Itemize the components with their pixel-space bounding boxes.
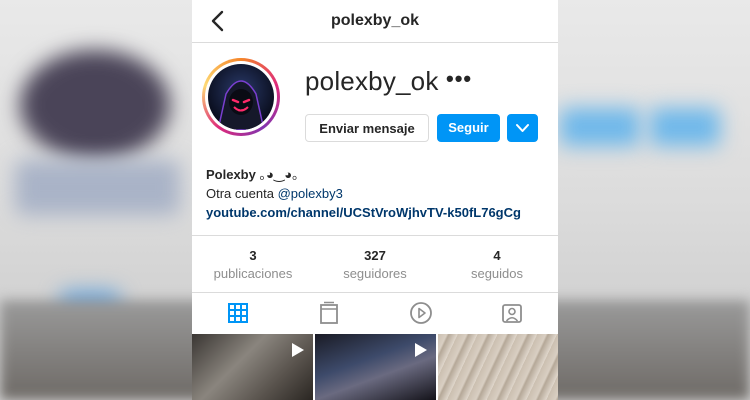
top-bar: polexby_ok: [192, 0, 558, 43]
play-circle-icon: [409, 302, 432, 324]
bio-mention-link[interactable]: @polexby3: [278, 186, 343, 201]
avatar-story-ring[interactable]: [202, 58, 280, 136]
stat-value: 3: [249, 248, 257, 263]
background-button-blur: [560, 108, 640, 146]
avatar-illustration: [217, 80, 265, 130]
background-text-blur: [15, 160, 180, 215]
stat-value: 4: [493, 248, 501, 263]
profile-stats: 3 publicaciones 327 seguidores 4 seguido…: [192, 235, 558, 293]
play-icon: [292, 343, 304, 357]
avatar: [208, 64, 274, 130]
send-message-button[interactable]: Enviar mensaje: [305, 114, 429, 142]
bio-emoticon: ｡◕‿◕｡: [259, 167, 299, 182]
post-thumbnail[interactable]: [315, 334, 436, 400]
bio-website-link[interactable]: youtube.com/channel/UCStVroWjhvTV-k50fL7…: [206, 203, 521, 222]
avatar-frame: [205, 61, 277, 133]
profile-panel: polexby_ok polexby_ok ••• Enviar mensaje…: [192, 0, 558, 400]
stat-label: publicaciones: [213, 266, 293, 281]
more-options-icon[interactable]: •••: [446, 66, 472, 92]
bio-name: Polexby: [206, 167, 256, 182]
tagged-icon: [502, 304, 523, 323]
stat-label: seguidos: [470, 266, 524, 281]
stat-following[interactable]: 4 seguidos: [436, 236, 558, 292]
play-icon: [415, 343, 427, 357]
stat-value: 327: [364, 248, 386, 263]
bio-text: Otra cuenta: [206, 186, 274, 201]
tab-tagged[interactable]: [467, 292, 559, 334]
posts-grid: [192, 334, 558, 400]
bio: Polexby ｡◕‿◕｡ Otra cuenta @polexby3 yout…: [206, 165, 521, 222]
stat-label: seguidores: [343, 266, 407, 281]
profile-username: polexby_ok: [305, 66, 439, 96]
grid-icon: [227, 303, 248, 323]
background-avatar-blur: [20, 50, 170, 160]
tab-reels[interactable]: [375, 292, 467, 334]
igtv-icon: [320, 301, 339, 324]
chevron-down-icon: [516, 124, 529, 132]
suggestions-dropdown-button[interactable]: [507, 114, 538, 142]
background-button-blur: [650, 108, 720, 146]
bio-name-line: Polexby ｡◕‿◕｡: [206, 165, 521, 184]
follow-button[interactable]: Seguir: [437, 114, 500, 142]
stat-posts[interactable]: 3 publicaciones: [192, 236, 314, 292]
stat-followers[interactable]: 327 seguidores: [314, 236, 436, 292]
bio-line: Otra cuenta @polexby3: [206, 184, 521, 203]
post-thumbnail[interactable]: [192, 334, 313, 400]
post-thumbnail[interactable]: [438, 334, 558, 400]
tab-posts-grid[interactable]: [192, 292, 284, 334]
page-title: polexby_ok: [330, 12, 420, 29]
profile-tabs: [192, 292, 558, 334]
tab-igtv[interactable]: [284, 292, 376, 334]
